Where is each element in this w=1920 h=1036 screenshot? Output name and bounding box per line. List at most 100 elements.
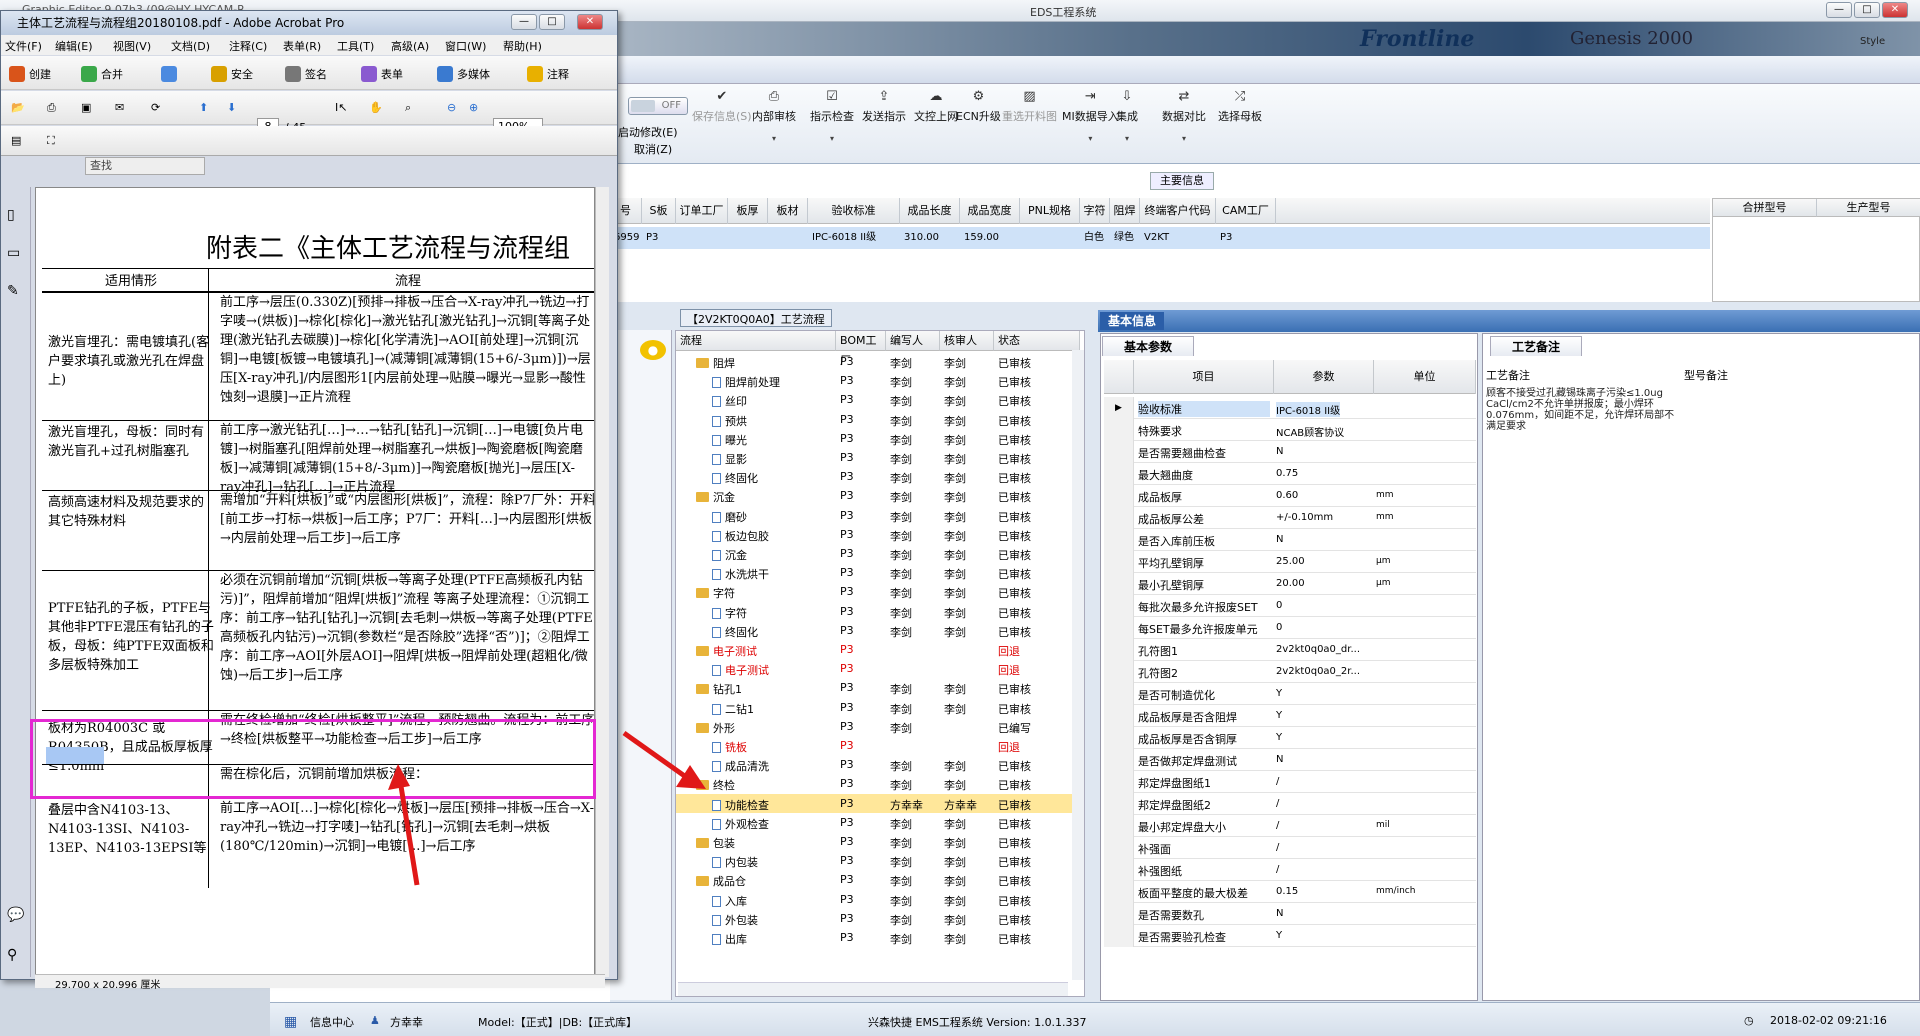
flow-row[interactable]: 阻焊前处理 P3 李剑 李剑 已审核: [676, 371, 1080, 390]
flow-row[interactable]: 预烘 P3 李剑 李剑 已审核: [676, 410, 1080, 429]
select-tool-icon[interactable]: I↖: [335, 101, 347, 114]
toolbar-create-button[interactable]: 创建: [9, 66, 51, 82]
flow-row[interactable]: 成品仓 P3 李剑 李剑 已审核: [676, 870, 1080, 889]
param-row[interactable]: 是否入库前压板 N: [1104, 529, 1476, 551]
param-row[interactable]: 是否可制造优化 Y: [1104, 683, 1476, 705]
param-row[interactable]: 补强面 /: [1104, 837, 1476, 859]
tool-icon[interactable]: ▤: [11, 134, 21, 147]
email-icon[interactable]: ✉: [115, 101, 124, 114]
ribbon-button-5[interactable]: ⚙ ECN升级: [956, 90, 1001, 124]
param-row[interactable]: 最小邦定焊盘大小 / mil: [1104, 815, 1476, 837]
param-row[interactable]: 成品板厚 0.60 mm: [1104, 485, 1476, 507]
param-value[interactable]: N: [1276, 534, 1283, 545]
edit-toggle[interactable]: OFF: [628, 97, 688, 115]
param-row[interactable]: 邦定焊盘图纸1 /: [1104, 771, 1476, 793]
param-row[interactable]: 邦定焊盘图纸2 /: [1104, 793, 1476, 815]
param-value[interactable]: 0.60: [1276, 490, 1298, 501]
close-button[interactable]: ✕: [1882, 2, 1908, 18]
param-value[interactable]: IPC-6018 II级: [1276, 402, 1341, 417]
hand-tool-icon[interactable]: ✋: [369, 101, 383, 114]
flow-row[interactable]: 铣板 P3 回退: [676, 736, 1080, 755]
param-value[interactable]: 2v2kt0q0a0_2r...: [1276, 666, 1360, 677]
param-row[interactable]: ▶ 验收标准 IPC-6018 II级: [1104, 397, 1476, 419]
flow-row[interactable]: 字符 P3 李剑 李剑 已审核: [676, 602, 1080, 621]
param-row[interactable]: 孔符图2 2v2kt0q0a0_2r...: [1104, 661, 1476, 683]
notes-tab[interactable]: 工艺备注: [1490, 336, 1582, 356]
menu-item[interactable]: 视图(V): [113, 38, 151, 54]
menu-item[interactable]: 工具(T): [337, 38, 374, 54]
flow-row[interactable]: 终固化 P3 李剑 李剑 已审核: [676, 621, 1080, 640]
flow-row[interactable]: 终检 P3 李剑 李剑 已审核: [676, 774, 1080, 793]
zoom-tool-icon[interactable]: ⌕: [405, 101, 411, 115]
minimize-button[interactable]: —: [1826, 2, 1852, 18]
attachment-icon[interactable]: ⚲: [7, 947, 17, 963]
flow-row[interactable]: 字符 P3 李剑 李剑 已审核: [676, 582, 1080, 601]
param-value[interactable]: 20.00: [1276, 578, 1305, 589]
param-row[interactable]: 板面平整度的最大极差 0.15 mm/inch: [1104, 881, 1476, 903]
toolbar-multimedia-button[interactable]: 多媒体: [437, 66, 490, 82]
main-info-tab[interactable]: 主要信息: [1150, 172, 1214, 190]
param-value[interactable]: 0.75: [1276, 468, 1298, 479]
signature-icon[interactable]: ✎: [7, 283, 19, 299]
param-value[interactable]: Y: [1276, 710, 1282, 721]
sync-icon[interactable]: ⟳: [151, 101, 160, 114]
flow-row[interactable]: 板边包胶 P3 李剑 李剑 已审核: [676, 525, 1080, 544]
flow-row[interactable]: 显影 P3 李剑 李剑 已审核: [676, 448, 1080, 467]
open-icon[interactable]: 📂: [11, 101, 25, 114]
flow-vertical-scrollbar[interactable]: [1072, 350, 1084, 980]
page-up-icon[interactable]: ⬆: [199, 101, 208, 114]
comments-icon[interactable]: 💬: [7, 907, 24, 923]
param-value[interactable]: 0.15: [1276, 886, 1298, 897]
param-value[interactable]: N: [1276, 446, 1283, 457]
param-row[interactable]: 成品板厚是否含铜厚 Y: [1104, 727, 1476, 749]
acrobat-close-button[interactable]: ✕: [577, 14, 603, 30]
flow-horizontal-scrollbar[interactable]: [678, 982, 1068, 996]
param-value[interactable]: Y: [1276, 688, 1282, 699]
ribbon-button-0[interactable]: ✔ 保存信息(S): [692, 90, 752, 124]
flow-row[interactable]: 入库 P3 李剑 李剑 已审核: [676, 890, 1080, 909]
param-value[interactable]: NCAB顾客协议: [1276, 424, 1344, 439]
param-row[interactable]: 补强图纸 /: [1104, 859, 1476, 881]
flow-row[interactable]: 电子测试 P3 回退: [676, 659, 1080, 678]
zoom-out-icon[interactable]: ⊖: [447, 101, 456, 114]
param-value[interactable]: /: [1276, 820, 1279, 831]
acrobat-maximize-button[interactable]: □: [539, 14, 565, 30]
zoom-in-icon[interactable]: ⊕: [469, 101, 478, 114]
flow-row[interactable]: 磨砂 P3 李剑 李剑 已审核: [676, 506, 1080, 525]
menu-item[interactable]: 注释(C): [229, 38, 267, 54]
ribbon-button-3[interactable]: ⇪ 发送指示: [862, 90, 906, 124]
flow-row[interactable]: 内包装 P3 李剑 李剑 已审核: [676, 851, 1080, 870]
toolbar-forms-button[interactable]: 表单: [361, 66, 403, 82]
param-value[interactable]: Y: [1276, 930, 1282, 941]
param-row[interactable]: 特殊要求 NCAB顾客协议: [1104, 419, 1476, 441]
flow-row[interactable]: 功能检查 P3 方幸幸 方幸幸 已审核: [676, 793, 1080, 813]
flow-row[interactable]: 二钻1 P3 李剑 李剑 已审核: [676, 698, 1080, 717]
param-row[interactable]: 每批次最多允许报废SET 0: [1104, 595, 1476, 617]
ribbon-button-6[interactable]: ▨ 重选开料图: [1002, 90, 1057, 124]
bookmarks-icon[interactable]: ▭: [7, 245, 20, 261]
param-row[interactable]: 是否需要验孔检查 Y: [1104, 925, 1476, 947]
param-value[interactable]: 0: [1276, 600, 1282, 611]
flow-row[interactable]: 钻孔1 P3 李剑 李剑 已审核: [676, 678, 1080, 697]
flow-row[interactable]: 阻焊 P3 李剑 李剑 已审核: [676, 352, 1080, 371]
param-row[interactable]: 成品板厚公差 +/-0.10mm mm: [1104, 507, 1476, 529]
param-row[interactable]: 每SET最多允许报废单元 0: [1104, 617, 1476, 639]
flow-row[interactable]: 外形 P3 李剑 已编写: [676, 717, 1080, 736]
param-row[interactable]: 成品板厚是否含阻焊 Y: [1104, 705, 1476, 727]
flow-row[interactable]: 丝印 P3 李剑 李剑 已审核: [676, 390, 1080, 409]
main-grid-row[interactable]: 6959 P3 IPC-6018 II级 310.00 159.00 白色 绿色 V2KT P3: [610, 227, 1710, 249]
pdf-vertical-scrollbar[interactable]: [595, 187, 609, 977]
menu-item[interactable]: 文档(D): [171, 38, 210, 54]
flow-row[interactable]: 外包装 P3 李剑 李剑 已审核: [676, 909, 1080, 928]
ribbon-button-9[interactable]: ⇄ 数据对比 ▾: [1162, 90, 1206, 144]
flow-row[interactable]: 沉金 P3 李剑 李剑 已审核: [676, 544, 1080, 563]
find-input[interactable]: 查找: [85, 157, 205, 175]
param-value[interactable]: N: [1276, 754, 1283, 765]
flow-row[interactable]: 终固化 P3 李剑 李剑 已审核: [676, 467, 1080, 486]
param-value[interactable]: N: [1276, 908, 1283, 919]
flow-row[interactable]: 电子测试 P3 回退: [676, 640, 1080, 659]
acrobat-minimize-button[interactable]: —: [511, 14, 537, 30]
ribbon-button-1[interactable]: ⎙ 内部审核 ▾: [752, 90, 796, 144]
start-modify-button[interactable]: 启动修改(E): [618, 124, 678, 140]
windows-icon[interactable]: ▦: [284, 1014, 297, 1030]
